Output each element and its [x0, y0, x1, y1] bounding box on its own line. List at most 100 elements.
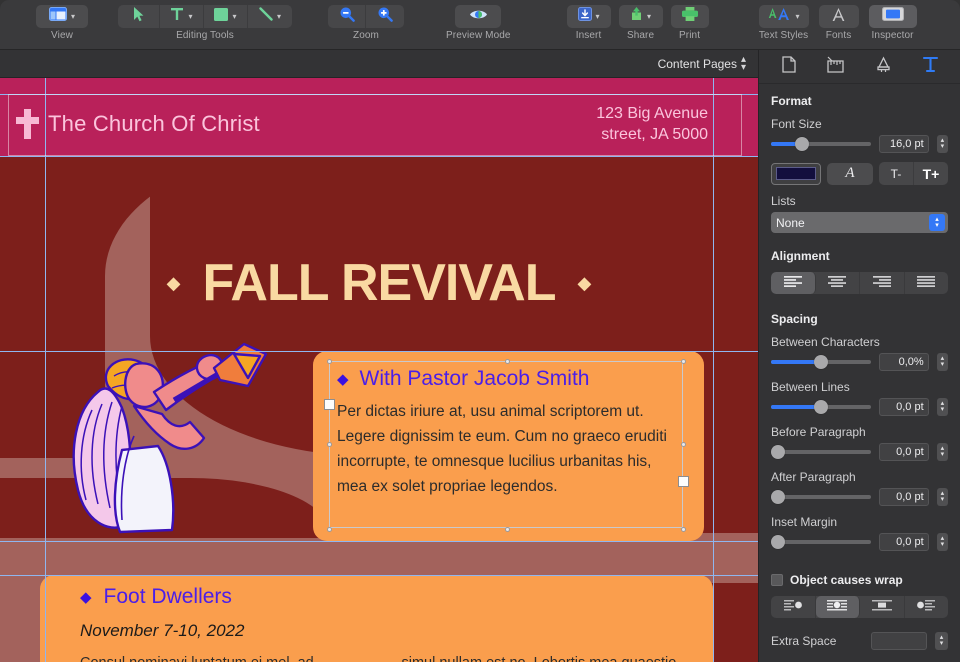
chevron-down-icon: ▾ — [232, 12, 237, 21]
after-paragraph-field[interactable]: 0,0 pt — [879, 488, 929, 506]
line-tool-button[interactable]: ▾ — [248, 5, 292, 28]
between-characters-slider[interactable] — [771, 354, 871, 370]
before-paragraph-field[interactable]: 0,0 pt — [879, 443, 929, 461]
wrap-options-group — [771, 596, 948, 618]
before-paragraph-label: Before Paragraph — [771, 425, 866, 439]
chevron-down-icon: ▾ — [647, 12, 652, 21]
align-left-button[interactable] — [771, 272, 816, 294]
zoom-in-button[interactable] — [366, 5, 404, 28]
inset-margin-stepper[interactable]: ▴ ▾ — [936, 533, 948, 551]
document-header-band: The Church Of Christ 123 Big Avenue stre… — [0, 78, 758, 156]
pastor-text-box[interactable]: ◆ With Pastor Jacob Smith Per dictas iri… — [313, 351, 704, 541]
church-address: 123 Big Avenue street, JA 5000 — [596, 103, 708, 145]
align-justify-button[interactable] — [905, 272, 949, 294]
inset-margin-slider[interactable] — [771, 534, 871, 550]
text-color-well[interactable] — [771, 162, 821, 185]
guide-horizontal-top — [0, 94, 758, 95]
between-lines-slider[interactable] — [771, 399, 871, 415]
toolbar-label-editing-tools: Editing Tools — [176, 30, 234, 41]
inset-margin-field[interactable]: 0,0 pt — [879, 533, 929, 551]
extra-space-stepper[interactable]: ▴ ▾ — [935, 632, 948, 650]
chevron-down-icon: ▾ — [70, 12, 75, 21]
guide-horizontal-band — [0, 156, 758, 157]
increase-text-size-button[interactable]: T+ — [914, 162, 948, 185]
object-causes-wrap-checkbox[interactable] — [771, 574, 783, 586]
toolbar-label-text-styles: Text Styles — [758, 30, 809, 41]
alignment-group — [771, 272, 948, 294]
wrap-right-button[interactable] — [905, 596, 949, 618]
printer-icon — [681, 7, 698, 26]
format-section-title: Format — [771, 94, 812, 108]
fonts-button[interactable] — [818, 5, 859, 28]
spacing-field-after-paragraph: After Paragraph 0,0 pt ▴ ▾ — [771, 470, 948, 506]
lists-select[interactable]: None ▴ ▾ — [771, 212, 948, 233]
text-styles-button[interactable]: ▾ — [758, 5, 809, 28]
align-center-button[interactable] — [816, 272, 860, 294]
print-button[interactable] — [670, 5, 709, 28]
wrap-around-both-button[interactable] — [815, 596, 860, 618]
spacing-field-between-lines: Between Lines 0,0 pt ▴ ▾ — [771, 380, 948, 416]
before-paragraph-slider[interactable] — [771, 444, 871, 460]
guide-horizontal-bottom-card — [0, 575, 758, 576]
guide-horizontal-card-bottom — [0, 541, 758, 542]
pastor-heading: With Pastor Jacob Smith — [359, 367, 590, 390]
document-page: The Church Of Christ 123 Big Avenue stre… — [0, 78, 758, 662]
ruler-icon — [827, 56, 845, 78]
toolbar-label-share: Share — [626, 30, 655, 41]
between-characters-stepper[interactable]: ▴ ▾ — [936, 353, 948, 371]
align-right-button[interactable] — [860, 272, 905, 294]
font-size-field[interactable]: 16,0 pt — [879, 135, 929, 153]
font-size-stepper[interactable]: ▴ ▾ — [936, 135, 948, 153]
letter-A-icon — [831, 7, 846, 27]
between-characters-field[interactable]: 0,0% — [879, 353, 929, 371]
inspector-panel: Format Font Size 16,0 pt ▴ ▾ A T- T+ Lis… — [758, 50, 960, 662]
inspector-button[interactable] — [868, 5, 917, 28]
toolbar-group-inspector: Inspector — [868, 0, 917, 41]
inspector-tab-text[interactable] — [913, 54, 947, 80]
paintbrush-icon — [875, 56, 892, 78]
after-paragraph-slider[interactable] — [771, 489, 871, 505]
after-paragraph-stepper[interactable]: ▴ ▾ — [936, 488, 948, 506]
inspector-tab-document[interactable] — [772, 54, 806, 80]
spacing-section-title: Spacing — [771, 312, 818, 326]
body-column-left: Consul nominavi luptatum ei mel, ad muci… — [80, 652, 362, 662]
text-tool-button[interactable]: ▾ — [160, 5, 204, 28]
font-size-slider[interactable] — [771, 136, 871, 152]
inset-margin-label: Inset Margin — [771, 515, 838, 529]
foot-dwellers-text-box[interactable]: ◆ Foot Dwellers November 7-10, 2022 Cons… — [40, 575, 713, 662]
church-name: The Church Of Christ — [48, 111, 260, 136]
updown-stepper-icon[interactable]: ▴ ▾ — [741, 54, 746, 72]
view-button[interactable]: ▾ — [36, 5, 88, 28]
before-paragraph-stepper[interactable]: ▴ ▾ — [936, 443, 948, 461]
decrease-text-size-button[interactable]: T- — [879, 162, 914, 185]
extra-space-field[interactable] — [871, 632, 927, 650]
extra-space-label: Extra Space — [771, 634, 837, 648]
content-pages-label[interactable]: Content Pages — [658, 57, 737, 71]
insert-button[interactable]: ▾ — [566, 5, 611, 28]
between-lines-stepper[interactable]: ▴ ▾ — [936, 398, 948, 416]
text-T-icon — [170, 7, 184, 26]
shape-tool-button[interactable]: ▾ — [204, 5, 248, 28]
document-canvas[interactable]: The Church Of Christ 123 Big Avenue stre… — [0, 78, 758, 662]
layout-panel-icon — [48, 7, 67, 26]
wrap-above-below-button[interactable] — [860, 596, 905, 618]
align-right-icon — [872, 274, 891, 292]
inspector-tab-style[interactable] — [866, 54, 900, 80]
share-button[interactable]: ▾ — [618, 5, 663, 28]
wrap-right-icon — [916, 598, 936, 616]
between-lines-field[interactable]: 0,0 pt — [879, 398, 929, 416]
diamond-bullet-icon: ◆ — [337, 370, 349, 388]
filled-square-icon — [214, 7, 229, 26]
wrap-around-left-button[interactable] — [771, 596, 816, 618]
angel-with-trumpet-illustration[interactable] — [62, 340, 272, 545]
toolbar-label-inspector: Inspector — [871, 30, 914, 41]
italic-button[interactable]: A — [827, 162, 873, 185]
preview-mode-button[interactable] — [455, 5, 502, 28]
revival-title-block[interactable]: ◆ FALL REVIVAL ◆ — [0, 253, 758, 313]
zoom-out-button[interactable] — [328, 5, 366, 28]
document-page-icon — [781, 55, 796, 78]
select-tool-button[interactable] — [118, 5, 160, 28]
inspector-tab-layout[interactable] — [819, 54, 853, 80]
toolbar-group-share: ▾ Share — [618, 0, 663, 41]
pastor-body-text: Per dictas iriure at, usu animal scripto… — [337, 403, 667, 496]
